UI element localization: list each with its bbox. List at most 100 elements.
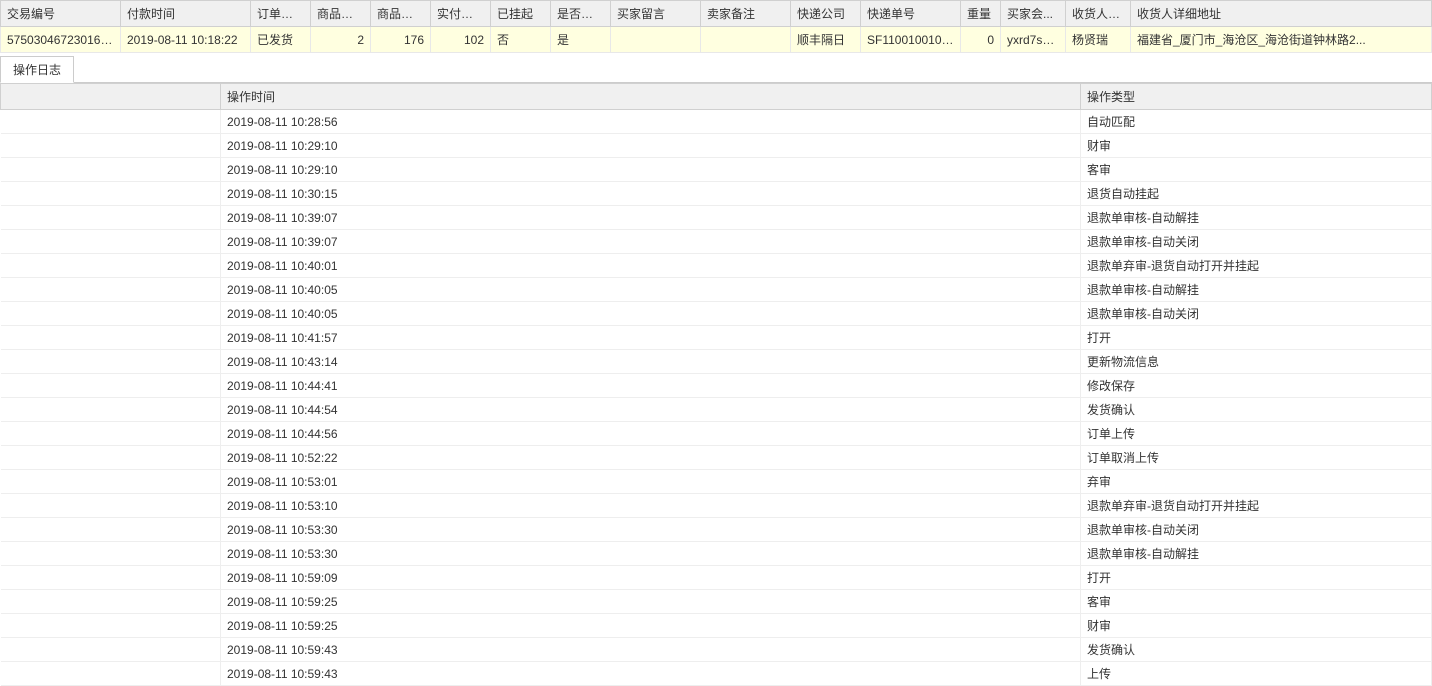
log-row[interactable]: 2019-08-11 10:30:15退货自动挂起	[1, 182, 1432, 206]
col-header[interactable]: 付款时间	[121, 1, 251, 27]
log-cell-blank	[1, 206, 221, 230]
cell-goods-amount: 176	[371, 27, 431, 53]
col-header[interactable]: 订单状态	[251, 1, 311, 27]
order-table: 交易编号 付款时间 订单状态 商品数量 商品金额 实付金额 已挂起 是否开票 买…	[0, 0, 1432, 53]
log-cell-time: 2019-08-11 10:59:25	[221, 590, 1081, 614]
log-cell-type: 发货确认	[1081, 398, 1432, 422]
log-row[interactable]: 2019-08-11 10:59:43上传	[1, 662, 1432, 686]
log-cell-time: 2019-08-11 10:53:10	[221, 494, 1081, 518]
log-cell-time: 2019-08-11 10:44:41	[221, 374, 1081, 398]
col-header[interactable]: 卖家备注	[701, 1, 791, 27]
log-cell-time: 2019-08-11 10:59:25	[221, 614, 1081, 638]
log-row[interactable]: 2019-08-11 10:40:05退款单审核-自动关闭	[1, 302, 1432, 326]
log-cell-blank	[1, 614, 221, 638]
log-cell-blank	[1, 182, 221, 206]
cell-weight: 0	[961, 27, 1001, 53]
log-cell-time: 2019-08-11 10:52:22	[221, 446, 1081, 470]
col-header[interactable]: 商品数量	[311, 1, 371, 27]
log-cell-blank	[1, 326, 221, 350]
log-cell-time: 2019-08-11 10:44:54	[221, 398, 1081, 422]
log-cell-type: 退款单弃审-退货自动打开并挂起	[1081, 254, 1432, 278]
log-cell-time: 2019-08-11 10:59:43	[221, 638, 1081, 662]
log-cell-blank	[1, 350, 221, 374]
log-row[interactable]: 2019-08-11 10:43:14更新物流信息	[1, 350, 1432, 374]
log-cell-time: 2019-08-11 10:40:05	[221, 302, 1081, 326]
col-header[interactable]: 已挂起	[491, 1, 551, 27]
log-cell-type: 财审	[1081, 614, 1432, 638]
cell-trade-no: 575030467230163...	[1, 27, 121, 53]
tab-bar: 操作日志	[0, 55, 1432, 83]
cell-pay-time: 2019-08-11 10:18:22	[121, 27, 251, 53]
log-row[interactable]: 2019-08-11 10:28:56自动匹配	[1, 110, 1432, 134]
log-cell-blank	[1, 590, 221, 614]
cell-seller-note	[701, 27, 791, 53]
log-cell-type: 退款单审核-自动关闭	[1081, 302, 1432, 326]
log-cell-type: 打开	[1081, 566, 1432, 590]
col-header[interactable]: 收货人姓名	[1066, 1, 1131, 27]
log-cell-blank	[1, 446, 221, 470]
log-cell-blank	[1, 566, 221, 590]
log-cell-blank	[1, 374, 221, 398]
col-header[interactable]: 实付金额	[431, 1, 491, 27]
col-header[interactable]: 商品金额	[371, 1, 431, 27]
col-header[interactable]: 收货人详细地址	[1131, 1, 1432, 27]
log-row[interactable]: 2019-08-11 10:52:22订单取消上传	[1, 446, 1432, 470]
log-row[interactable]: 2019-08-11 10:59:09打开	[1, 566, 1432, 590]
log-header-row: 操作时间 操作类型	[1, 84, 1432, 110]
log-row[interactable]: 2019-08-11 10:53:30退款单审核-自动关闭	[1, 518, 1432, 542]
log-cell-time: 2019-08-11 10:29:10	[221, 134, 1081, 158]
col-header-type[interactable]: 操作类型	[1081, 84, 1432, 110]
log-cell-type: 客审	[1081, 158, 1432, 182]
cell-paid-amount: 102	[431, 27, 491, 53]
log-cell-type: 退款单弃审-退货自动打开并挂起	[1081, 494, 1432, 518]
log-row[interactable]: 2019-08-11 10:40:01退款单弃审-退货自动打开并挂起	[1, 254, 1432, 278]
log-row[interactable]: 2019-08-11 10:53:10退款单弃审-退货自动打开并挂起	[1, 494, 1432, 518]
log-cell-time: 2019-08-11 10:53:30	[221, 542, 1081, 566]
log-row[interactable]: 2019-08-11 10:59:25客审	[1, 590, 1432, 614]
log-row[interactable]: 2019-08-11 10:53:01弃审	[1, 470, 1432, 494]
col-header[interactable]: 重量	[961, 1, 1001, 27]
log-row[interactable]: 2019-08-11 10:59:25财审	[1, 614, 1432, 638]
cell-buyer-member: yxrd7s198	[1001, 27, 1066, 53]
log-row[interactable]: 2019-08-11 10:39:07退款单审核-自动解挂	[1, 206, 1432, 230]
log-cell-blank	[1, 662, 221, 686]
col-header[interactable]: 交易编号	[1, 1, 121, 27]
log-row[interactable]: 2019-08-11 10:40:05退款单审核-自动解挂	[1, 278, 1432, 302]
log-cell-time: 2019-08-11 10:59:09	[221, 566, 1081, 590]
log-cell-type: 退款单审核-自动关闭	[1081, 230, 1432, 254]
col-header[interactable]: 买家会...	[1001, 1, 1066, 27]
log-cell-type: 订单取消上传	[1081, 446, 1432, 470]
log-cell-blank	[1, 110, 221, 134]
log-cell-type: 更新物流信息	[1081, 350, 1432, 374]
col-header-blank[interactable]	[1, 84, 221, 110]
tab-operation-log[interactable]: 操作日志	[0, 56, 74, 83]
log-cell-blank	[1, 422, 221, 446]
log-row[interactable]: 2019-08-11 10:29:10财审	[1, 134, 1432, 158]
log-cell-time: 2019-08-11 10:39:07	[221, 206, 1081, 230]
col-header[interactable]: 快递单号	[861, 1, 961, 27]
cell-receiver-name: 杨贤瑞	[1066, 27, 1131, 53]
log-cell-type: 财审	[1081, 134, 1432, 158]
log-row[interactable]: 2019-08-11 10:59:43发货确认	[1, 638, 1432, 662]
col-header[interactable]: 是否开票	[551, 1, 611, 27]
log-table: 操作时间 操作类型 2019-08-11 10:28:56自动匹配2019-08…	[0, 83, 1432, 686]
log-row[interactable]: 2019-08-11 10:39:07退款单审核-自动关闭	[1, 230, 1432, 254]
log-row[interactable]: 2019-08-11 10:41:57打开	[1, 326, 1432, 350]
cell-status: 已发货	[251, 27, 311, 53]
log-row[interactable]: 2019-08-11 10:44:54发货确认	[1, 398, 1432, 422]
log-row[interactable]: 2019-08-11 10:44:41修改保存	[1, 374, 1432, 398]
col-header[interactable]: 快递公司	[791, 1, 861, 27]
log-cell-type: 退款单审核-自动解挂	[1081, 206, 1432, 230]
log-row[interactable]: 2019-08-11 10:29:10客审	[1, 158, 1432, 182]
col-header-time[interactable]: 操作时间	[221, 84, 1081, 110]
order-row[interactable]: 575030467230163... 2019-08-11 10:18:22 已…	[1, 27, 1432, 53]
log-cell-time: 2019-08-11 10:40:01	[221, 254, 1081, 278]
log-row[interactable]: 2019-08-11 10:44:56订单上传	[1, 422, 1432, 446]
col-header[interactable]: 买家留言	[611, 1, 701, 27]
log-cell-blank	[1, 638, 221, 662]
log-cell-type: 退款单审核-自动关闭	[1081, 518, 1432, 542]
log-cell-blank	[1, 302, 221, 326]
log-cell-time: 2019-08-11 10:40:05	[221, 278, 1081, 302]
log-cell-type: 上传	[1081, 662, 1432, 686]
log-row[interactable]: 2019-08-11 10:53:30退款单审核-自动解挂	[1, 542, 1432, 566]
